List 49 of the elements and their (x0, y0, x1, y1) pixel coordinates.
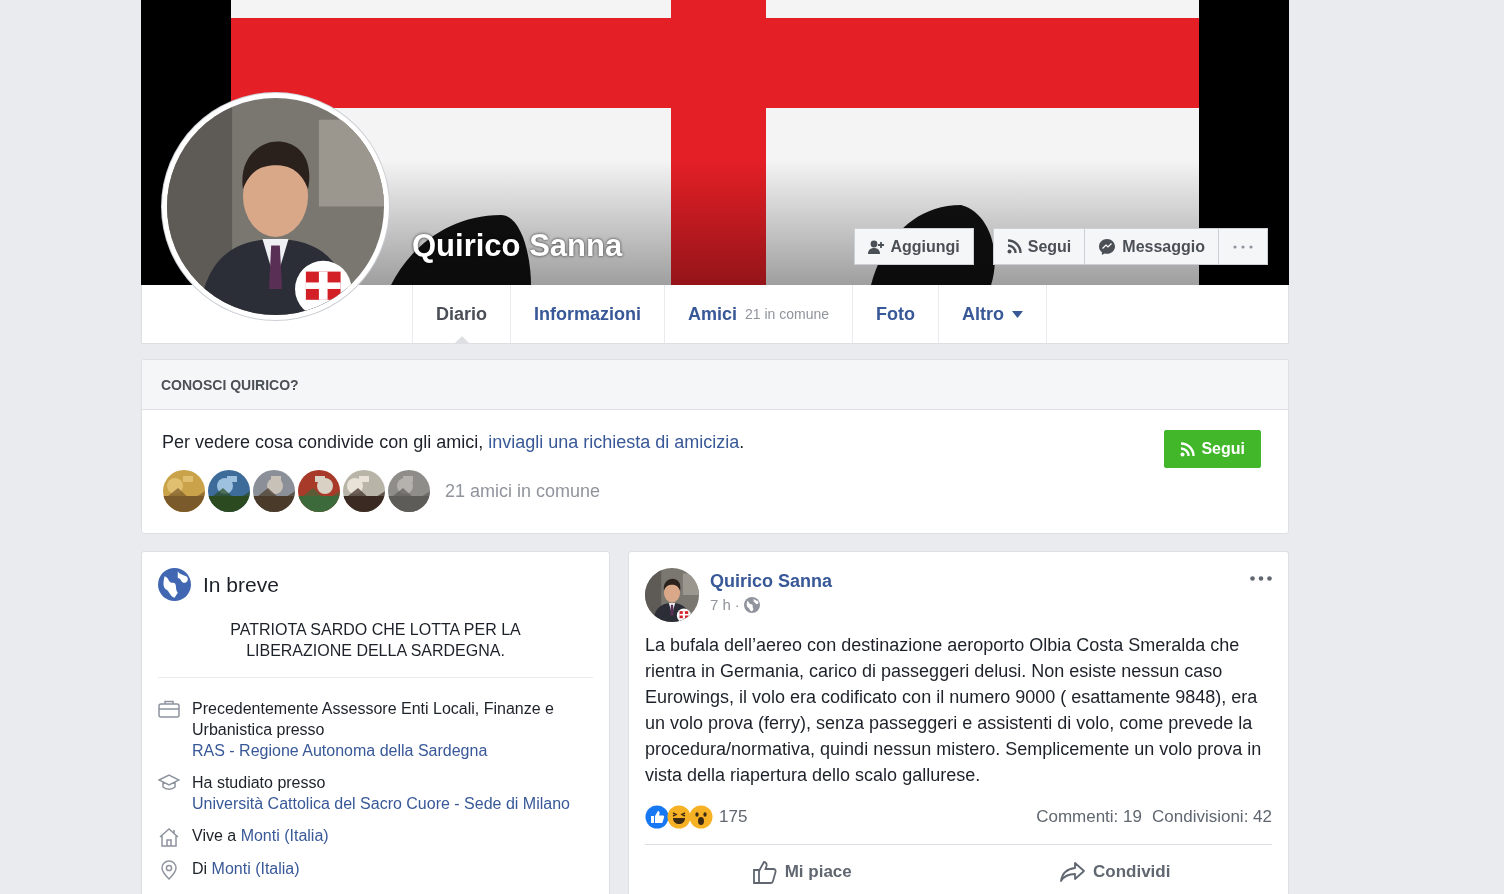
globe-icon (158, 568, 191, 601)
post-text: La bufala dell’aereo con destinazione aeroporto Olbia Costa Smeralda che rientra in Germania, carico di passeggeri delusi. Non esiste nessun caso Eurowings, il volo era codificato con il numero 9000 ( esattamente 9848), era un volo prova (ferry), senza passeggeri e assistenti di volo, come prevede la procedura/normativa, quindi nessun mistero. Semplicemente un volo prova in vista della riapertura dello scalo gallurese. (645, 634, 1263, 787)
tab-label: Amici (688, 303, 738, 325)
share-arrow-icon (1060, 860, 1086, 883)
profile-tab[interactable]: Altro (938, 285, 1048, 343)
tab-label: Altro (962, 303, 1005, 325)
intro-detail: Ha studiato presso Università Cattolica del Sacro Cuore - Sede di Milano (192, 773, 570, 814)
briefcase-icon (158, 700, 180, 718)
mutual-friends-count: 21 in comune (745, 306, 830, 322)
comment-count[interactable]: Commenti: 19 (1036, 807, 1142, 827)
surprised-face-icon (689, 805, 713, 829)
share-count[interactable]: Condivisioni: 42 (1152, 807, 1272, 827)
friend-avatar[interactable] (162, 469, 206, 513)
post-author[interactable]: Quirico Sanna (710, 571, 833, 592)
friend-avatar[interactable] (252, 469, 296, 513)
bio-text: PATRIOTA SARDO CHE LOTTA PER LA LIBERAZIONE DELLA SARDEGNA. (158, 601, 593, 678)
intro-detail: Di Monti (Italia) (192, 859, 300, 879)
friend-avatar[interactable] (297, 469, 341, 513)
globe-icon (743, 596, 760, 613)
intro-link[interactable]: Monti (Italia) (240, 827, 329, 844)
intro-link[interactable]: Università Cattolica del Sacro Cuore - Sede di Milano (192, 795, 570, 812)
friend-request-prompt: Per vedere cosa condivide con gli amici, inviagli una richiesta di amicizia. (162, 432, 745, 453)
profile-tab[interactable]: Foto (852, 285, 939, 343)
thumbs-up-icon (751, 859, 778, 884)
rss-icon (1180, 441, 1196, 457)
section-title: CONOSCI QUIRICO? (161, 376, 299, 393)
friend-avatar[interactable] (387, 469, 431, 513)
intro-link[interactable]: Monti (Italia) (211, 860, 300, 877)
intro-detail: Precedentemente Assessore Enti Locali, Finanze e Urbanistica presso RAS - Regione Autonoma della Sardegna (192, 699, 555, 761)
more-icon (1250, 576, 1272, 581)
friend-avatar[interactable] (207, 469, 251, 513)
intro-link[interactable]: RAS - Regione Autonoma della Sardegna (192, 742, 488, 759)
location-pin-icon (159, 860, 179, 880)
laughing-face-icon (667, 805, 691, 829)
friend-avatar[interactable] (342, 469, 386, 513)
like-reaction-icon (645, 805, 669, 829)
profile-tab[interactable]: Informazioni (510, 285, 664, 343)
friend-request-link[interactable]: inviagli una richiesta di amicizia (488, 432, 740, 452)
separator-dot: · (734, 596, 740, 613)
caret-icon (1012, 310, 1024, 318)
like-button[interactable]: Mi piace (645, 845, 959, 894)
profile-tab[interactable]: Diario (412, 285, 510, 343)
intro-detail: Vive a Monti (Italia) (192, 826, 329, 846)
graduation-cap-icon (158, 774, 180, 792)
house-icon (158, 827, 180, 847)
reaction-count[interactable]: 175 (719, 807, 748, 827)
section-title: In breve (203, 572, 279, 597)
profile-tab[interactable]: Amici 21 in comune (664, 285, 853, 343)
share-button[interactable]: Condividi (958, 845, 1272, 894)
